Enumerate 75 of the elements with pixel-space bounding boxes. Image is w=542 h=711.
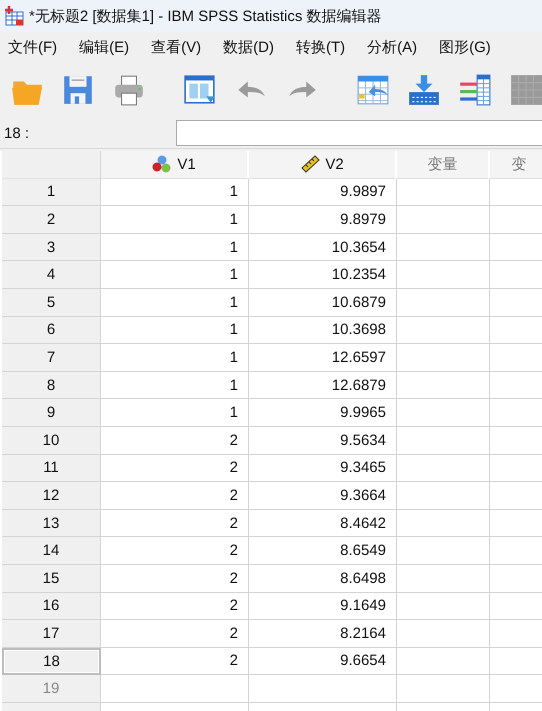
window-title: *无标题2 [数据集1] - IBM SPSS Statistics 数据编辑器 [29, 6, 382, 26]
ruler-icon [300, 155, 320, 174]
row-number[interactable]: 4 [2, 261, 101, 289]
row-number[interactable]: 3 [2, 234, 101, 262]
table-cell: 8.4642 [249, 510, 397, 538]
menu-item[interactable]: 查看(V) [145, 38, 208, 56]
row-number[interactable]: 10 [2, 426, 101, 455]
app-icon [3, 5, 25, 27]
column-header[interactable]: V2 [249, 151, 397, 179]
row-number[interactable]: 7 [2, 344, 101, 372]
download-icon[interactable] [407, 73, 441, 107]
row-number[interactable]: 18 [2, 648, 101, 676]
row-number[interactable]: 1 [2, 178, 101, 206]
table-cell: 1 [101, 288, 249, 317]
table-cell: 2 [101, 510, 249, 538]
table-cell: 2 [101, 620, 249, 648]
variable-list-icon[interactable] [458, 73, 492, 107]
row-number[interactable]: 16 [2, 592, 101, 620]
table-cell: 2 [101, 592, 249, 620]
table-cell: 1 [101, 206, 249, 234]
row-number[interactable]: 12 [2, 482, 101, 510]
table-cell: 2 [101, 564, 249, 592]
table-cell: 9.9965 [249, 399, 397, 427]
table-cell: 8.6498 [249, 564, 397, 592]
menu-item[interactable]: 图形(G) [433, 38, 497, 56]
row-number[interactable]: 13 [2, 510, 101, 538]
column-header[interactable]: 变 [490, 151, 542, 179]
table-cell: 9.1649 [249, 592, 397, 620]
table-cell: 9.3664 [249, 482, 397, 510]
row-number[interactable]: 6 [2, 316, 101, 344]
column-header[interactable]: V1 [101, 151, 249, 179]
print-icon[interactable] [112, 73, 146, 107]
table-cell: 10.2354 [249, 261, 397, 289]
table-cell: 12.6597 [249, 344, 397, 372]
cell-editor-field[interactable] [176, 120, 542, 146]
menu-item[interactable]: 编辑(E) [73, 38, 136, 56]
table-cell: 2 [101, 454, 249, 482]
table-cell: 8.2164 [249, 620, 397, 648]
table-cell: 9.9897 [249, 178, 397, 206]
table-cell: 1 [101, 178, 249, 206]
table-cell: 1 [101, 344, 249, 372]
table-cell: 1 [101, 316, 249, 344]
table-cell: 2 [101, 482, 249, 510]
row-number[interactable]: 14 [2, 537, 101, 565]
row-number[interactable]: 11 [2, 454, 101, 482]
cell-label: 18 : [3, 124, 30, 142]
row-number[interactable]: 2 [2, 206, 101, 234]
table-cell: 9.3465 [249, 454, 397, 482]
menu-item[interactable]: 转换(T) [290, 38, 352, 56]
nominal-icon [152, 155, 172, 174]
table-cell: 2 [101, 426, 249, 455]
row-number[interactable]: 5 [2, 288, 101, 317]
row-number[interactable]: 15 [2, 564, 101, 592]
table-cell: 10.3654 [249, 234, 397, 262]
table-cell: 1 [101, 372, 249, 400]
table-cell: 8.6549 [249, 537, 397, 565]
table-cell: 9.6654 [249, 648, 397, 676]
table-cell: 1 [101, 399, 249, 427]
row-number[interactable]: 9 [2, 399, 101, 427]
table-cell: 9.5634 [249, 426, 397, 455]
table-cell: 9.8979 [249, 206, 397, 234]
row-number[interactable]: 17 [2, 620, 101, 648]
row-number[interactable]: 8 [2, 372, 101, 400]
menu-item[interactable]: 文件(F) [2, 38, 64, 56]
column-header[interactable]: 变量 [397, 151, 490, 179]
table-cell: 2 [101, 537, 249, 565]
table-cell: 1 [101, 261, 249, 289]
menu-item[interactable]: 数据(D) [217, 38, 280, 56]
table-cell: 10.6879 [249, 288, 397, 317]
table-cell: 1 [101, 234, 249, 262]
menu-item[interactable]: 分析(A) [361, 38, 424, 56]
table-cell: 12.6879 [249, 372, 397, 400]
table-cell: 10.3698 [249, 316, 397, 344]
table-cell: 2 [101, 648, 249, 676]
save-icon[interactable] [61, 73, 95, 107]
